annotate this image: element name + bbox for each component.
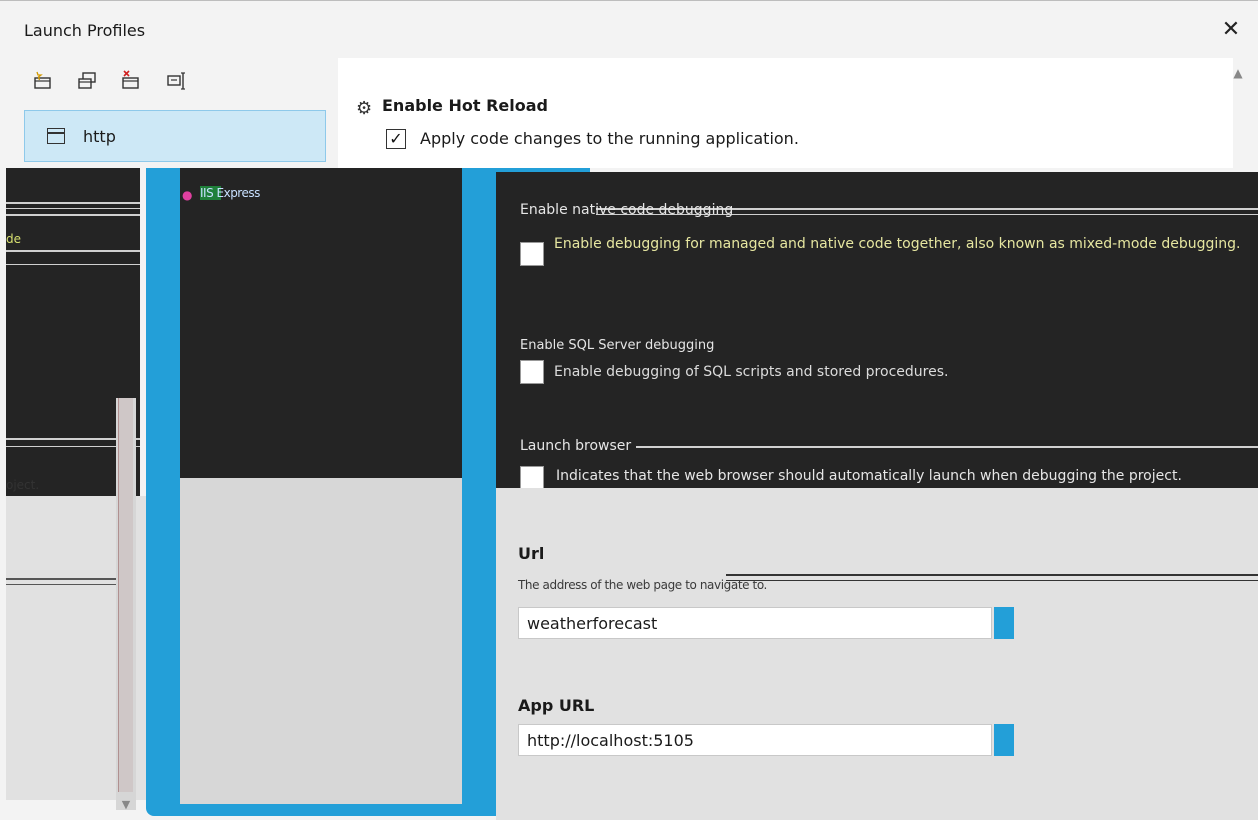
launch-profiles-dialog: Launch Profiles ✕ http ⚙ Enable Hot Relo… (0, 0, 1258, 820)
globe-icon: ● (182, 188, 193, 202)
profile-list-inner (180, 168, 462, 478)
scroll-up-arrow-icon[interactable]: ▲ (1230, 66, 1246, 80)
native-debug-checkbox[interactable] (520, 242, 544, 266)
profile-item-iisexpress[interactable]: IIS Express (200, 186, 260, 200)
close-icon: ✕ (1221, 17, 1241, 42)
delete-profile-icon[interactable] (120, 70, 142, 92)
sql-debug-desc: Enable debugging of SQL scripts and stor… (554, 364, 949, 380)
debug-options-section: Enable native code debugging Enable debu… (496, 172, 1258, 490)
settings-panel: ⚙ Enable Hot Reload ✓ Apply code changes… (338, 58, 1233, 168)
sql-debug-title: Enable SQL Server debugging (520, 338, 715, 353)
window-title: Launch Profiles (24, 21, 146, 40)
hot-reload-title: Enable Hot Reload (382, 96, 548, 115)
native-debug-title: Enable native code debugging (520, 202, 734, 218)
url-hint: The address of the web page to navigate … (518, 578, 767, 592)
sql-debug-checkbox[interactable] (520, 360, 544, 384)
url-edit-button[interactable] (994, 607, 1014, 639)
rename-profile-icon[interactable] (166, 70, 188, 92)
app-url-title: App URL (518, 696, 595, 715)
hot-reload-label: Apply code changes to the running applic… (420, 129, 799, 148)
profile-item-http[interactable]: http (24, 110, 326, 162)
launch-browser-desc: Indicates that the web browser should au… (556, 468, 1182, 484)
profile-toolbar (28, 62, 228, 98)
checkmark-icon: ✓ (389, 129, 403, 148)
window-icon (47, 128, 65, 144)
profile-label: http (83, 127, 116, 146)
native-debug-desc: Enable debugging for managed and native … (554, 236, 1241, 252)
fragment-text: oject. (6, 478, 40, 492)
scrollbar-thumb[interactable] (118, 398, 133, 792)
fragment-text: de (6, 232, 21, 246)
hot-reload-checkbox[interactable]: ✓ (386, 129, 406, 149)
title-bar: Launch Profiles ✕ (0, 0, 1258, 59)
close-button[interactable]: ✕ (1216, 15, 1246, 45)
url-title: Url (518, 544, 545, 563)
profile-list-inner-lower (180, 478, 462, 804)
app-url-edit-button[interactable] (994, 724, 1014, 756)
new-profile-icon[interactable] (32, 70, 54, 92)
url-input[interactable] (518, 607, 992, 639)
gear-icon: ⚙ (356, 98, 373, 119)
launch-browser-title: Launch browser (520, 438, 632, 454)
url-section (496, 488, 1258, 820)
scroll-down-arrow-icon[interactable]: ▼ (116, 798, 136, 814)
launch-browser-checkbox[interactable] (520, 466, 544, 490)
copy-profile-icon[interactable] (76, 70, 98, 92)
app-url-input[interactable] (518, 724, 992, 756)
